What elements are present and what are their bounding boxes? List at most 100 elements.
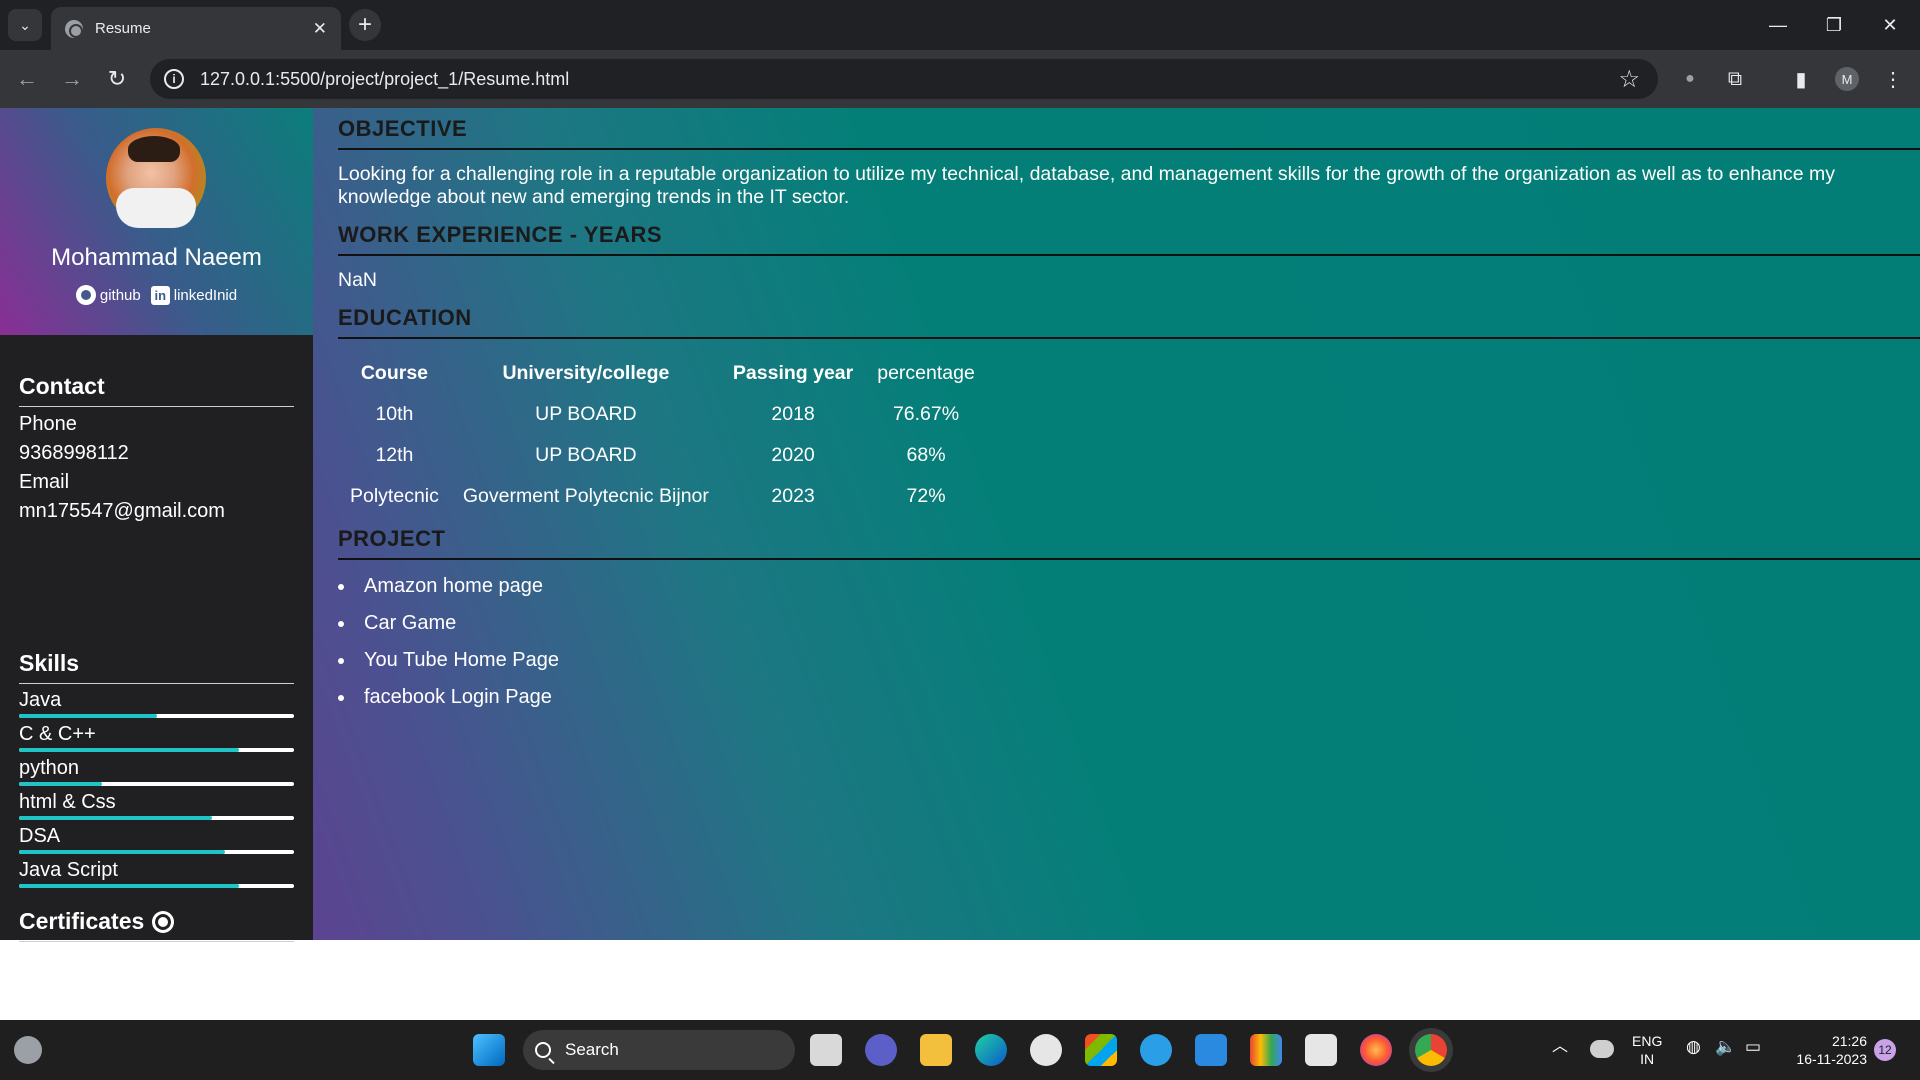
skill-progress-fill — [19, 816, 212, 820]
skill-name: python — [19, 757, 80, 779]
table-row: 10th UP BOARD 2018 76.67% — [338, 394, 987, 435]
table-cell: 12th — [375, 444, 414, 466]
reload-icon[interactable]: ↻ — [100, 62, 134, 96]
skill-name: DSA — [19, 825, 61, 847]
skill-progress-bar — [19, 816, 294, 820]
lang-bottom: IN — [1640, 1051, 1655, 1067]
chrome-icon[interactable] — [1415, 1034, 1447, 1066]
project-name: Car Game — [364, 612, 457, 634]
table-cell: Polytecnic — [350, 485, 439, 507]
list-item: You Tube Home Page — [338, 642, 559, 679]
forward-icon[interactable]: → — [55, 62, 89, 96]
onedrive-icon[interactable] — [1590, 1040, 1614, 1058]
extension-icon[interactable]: ● — [1673, 62, 1707, 96]
skill-progress-bar — [19, 884, 294, 888]
profile-card: Mohammad Naeem github in linkedInid — [0, 108, 313, 335]
skill-progress-fill — [19, 714, 157, 718]
column-header: percentage — [877, 362, 975, 384]
clock[interactable]: 21:26 16-11-2023 — [1783, 1032, 1867, 1068]
skill-progress-fill — [19, 782, 102, 786]
list-item: Amazon home page — [338, 568, 559, 605]
linkedin-icon[interactable]: in — [150, 285, 170, 305]
table-row: Polytecnic Goverment Polytecnic Bijnor 2… — [338, 476, 987, 517]
puzzle-icon[interactable]: ⧉ — [1718, 62, 1752, 96]
bullet-icon — [338, 694, 344, 701]
back-icon[interactable]: ← — [10, 62, 44, 96]
skills-heading: Skills — [19, 650, 294, 684]
skill-item: Java Script — [19, 858, 294, 892]
task-view-icon[interactable] — [810, 1034, 842, 1066]
github-icon[interactable] — [75, 285, 96, 305]
new-tab-icon[interactable]: + — [349, 9, 381, 41]
gmail-icon[interactable] — [1250, 1034, 1282, 1066]
skill-progress-bar — [19, 714, 294, 718]
social-links: github in linkedInid — [0, 285, 313, 305]
notification-badge[interactable]: 12 — [1874, 1039, 1896, 1061]
network-icon[interactable]: ◍ — [1686, 1038, 1701, 1056]
bookmark-star-icon[interactable]: ☆ — [1618, 65, 1640, 94]
minimize-icon[interactable]: — — [1750, 0, 1806, 50]
tab-search-icon[interactable]: ⌄ — [8, 9, 42, 41]
skill-name: html & Css — [19, 791, 116, 813]
profile-name: Mohammad Naeem — [51, 244, 262, 271]
address-bar[interactable]: i 127.0.0.1:5500/project/project_1/Resum… — [150, 59, 1658, 99]
list-item: Car Game — [338, 605, 559, 642]
table-cell: 2018 — [771, 403, 815, 425]
experience-heading: WORK EXPERIENCE - YEARS — [338, 222, 1920, 256]
lang-top: ENG — [1632, 1033, 1663, 1049]
vscode-icon[interactable] — [1195, 1034, 1227, 1066]
skill-progress-fill — [19, 884, 239, 888]
taskbar-search[interactable]: Search — [523, 1030, 795, 1070]
firefox-icon[interactable] — [1360, 1034, 1392, 1066]
certificate-item: Certificate Name 1 — [19, 977, 185, 999]
time: 21:26 — [1831, 1033, 1867, 1049]
list-item: facebook Login Page — [338, 679, 559, 716]
linkedin-link[interactable]: linkedInid — [174, 287, 237, 304]
avatar — [106, 128, 206, 228]
skill-progress-bar — [19, 782, 294, 786]
start-icon[interactable] — [473, 1034, 505, 1066]
site-info-icon[interactable]: i — [164, 69, 184, 89]
volume-icon[interactable]: 🔈 — [1715, 1038, 1736, 1056]
app-icon[interactable] — [1030, 1034, 1062, 1066]
objective-text: Looking for a challenging role in a repu… — [338, 163, 1835, 208]
help-icon[interactable] — [1140, 1034, 1172, 1066]
column-header: University/college — [502, 362, 670, 384]
table-row: 12th UP BOARD 2020 68% — [338, 435, 987, 476]
certificates-section: Certificates Certificate Name 1 Certific… — [19, 908, 294, 1032]
skill-progress-fill — [19, 850, 226, 854]
file-explorer-icon[interactable] — [920, 1034, 952, 1066]
phone-value: 9368998112 — [19, 442, 129, 464]
table-cell: 72% — [906, 485, 946, 507]
store-icon[interactable] — [1085, 1034, 1117, 1066]
weather-icon[interactable] — [14, 1036, 42, 1064]
language-indicator[interactable]: ENG IN — [1632, 1032, 1662, 1068]
skill-name: Java Script — [19, 859, 118, 881]
project-name: You Tube Home Page — [364, 649, 559, 671]
skill-item: C & C++ — [19, 722, 294, 756]
search-icon — [535, 1042, 551, 1058]
certificate-item: Certificate Name 1 — [19, 948, 185, 970]
browser-tab[interactable]: Resume ✕ — [51, 7, 341, 50]
tray-overflow-icon[interactable]: ︿ — [1552, 1038, 1568, 1056]
github-link[interactable]: github — [100, 287, 141, 304]
battery-icon[interactable]: ▭ — [1745, 1038, 1761, 1056]
wordpress-icon[interactable] — [1305, 1034, 1337, 1066]
profile-avatar[interactable]: M — [1830, 62, 1864, 96]
restore-icon[interactable]: ❐ — [1806, 0, 1862, 50]
tab-close-icon[interactable]: ✕ — [313, 19, 327, 39]
chat-icon[interactable] — [865, 1034, 897, 1066]
education-heading: EDUCATION — [338, 305, 1920, 339]
certificates-heading-text: Certificates — [19, 908, 145, 934]
table-cell: UP BOARD — [535, 444, 637, 466]
contact-section: Contact Phone 9368998112 Email mn175547@… — [19, 373, 294, 526]
menu-icon[interactable]: ⋮ — [1876, 62, 1910, 96]
education-table: Course University/college Passing year p… — [338, 353, 987, 517]
skills-list: Java C & C++ python html & Css DSA Java Scrip… — [19, 688, 294, 892]
close-window-icon[interactable]: ✕ — [1862, 0, 1918, 50]
side-panel-icon[interactable]: ▮ — [1784, 62, 1818, 96]
project-name: Amazon home page — [364, 575, 544, 597]
skill-progress-bar — [19, 850, 294, 854]
edge-icon[interactable] — [975, 1034, 1007, 1066]
column-header: Course — [360, 362, 429, 384]
